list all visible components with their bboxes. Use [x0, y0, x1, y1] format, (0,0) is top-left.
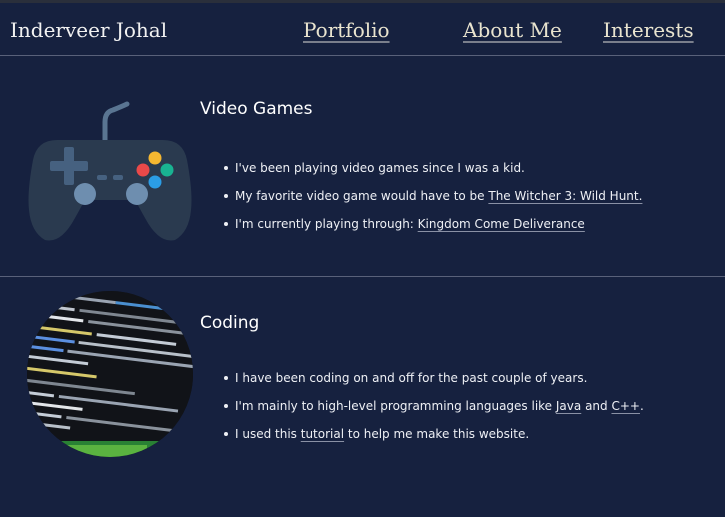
- link-kingdom-come[interactable]: Kingdom Come Deliverance: [418, 217, 585, 231]
- link-tutorial[interactable]: tutorial: [301, 427, 344, 441]
- site-brand[interactable]: Inderveer Johal: [10, 18, 167, 42]
- section-title-coding: Coding: [200, 313, 260, 333]
- list-item: I'm currently playing through: Kingdom C…: [222, 210, 642, 238]
- code-lines-graphic: [27, 291, 193, 457]
- list-item: I have been coding on and off for the pa…: [222, 364, 644, 392]
- site-header: Inderveer Johal Portfolio About Me Inter…: [0, 3, 725, 55]
- nav-link-portfolio[interactable]: Portfolio: [303, 18, 390, 42]
- code-screenshot-image: [27, 291, 193, 457]
- list-item: I'm mainly to high-level programming lan…: [222, 392, 644, 420]
- link-witcher-3[interactable]: The Witcher 3: Wild Hunt.: [488, 189, 642, 203]
- section-title-video-games: Video Games: [200, 99, 313, 119]
- link-java[interactable]: Java: [556, 399, 581, 413]
- gamepad-icon: [28, 101, 192, 241]
- coding-list: I have been coding on and off for the pa…: [222, 364, 644, 448]
- list-item: My favorite video game would have to be …: [222, 182, 642, 210]
- list-item: I've been playing video games since I wa…: [222, 154, 642, 182]
- list-item: I used this tutorial to help me make thi…: [222, 420, 644, 448]
- header-divider: [0, 55, 725, 56]
- link-cpp[interactable]: C++: [611, 399, 640, 413]
- video-games-list: I've been playing video games since I wa…: [222, 154, 642, 238]
- nav-link-about-me[interactable]: About Me: [463, 18, 562, 42]
- section-divider: [0, 276, 725, 277]
- nav-link-interests[interactable]: Interests: [603, 18, 694, 42]
